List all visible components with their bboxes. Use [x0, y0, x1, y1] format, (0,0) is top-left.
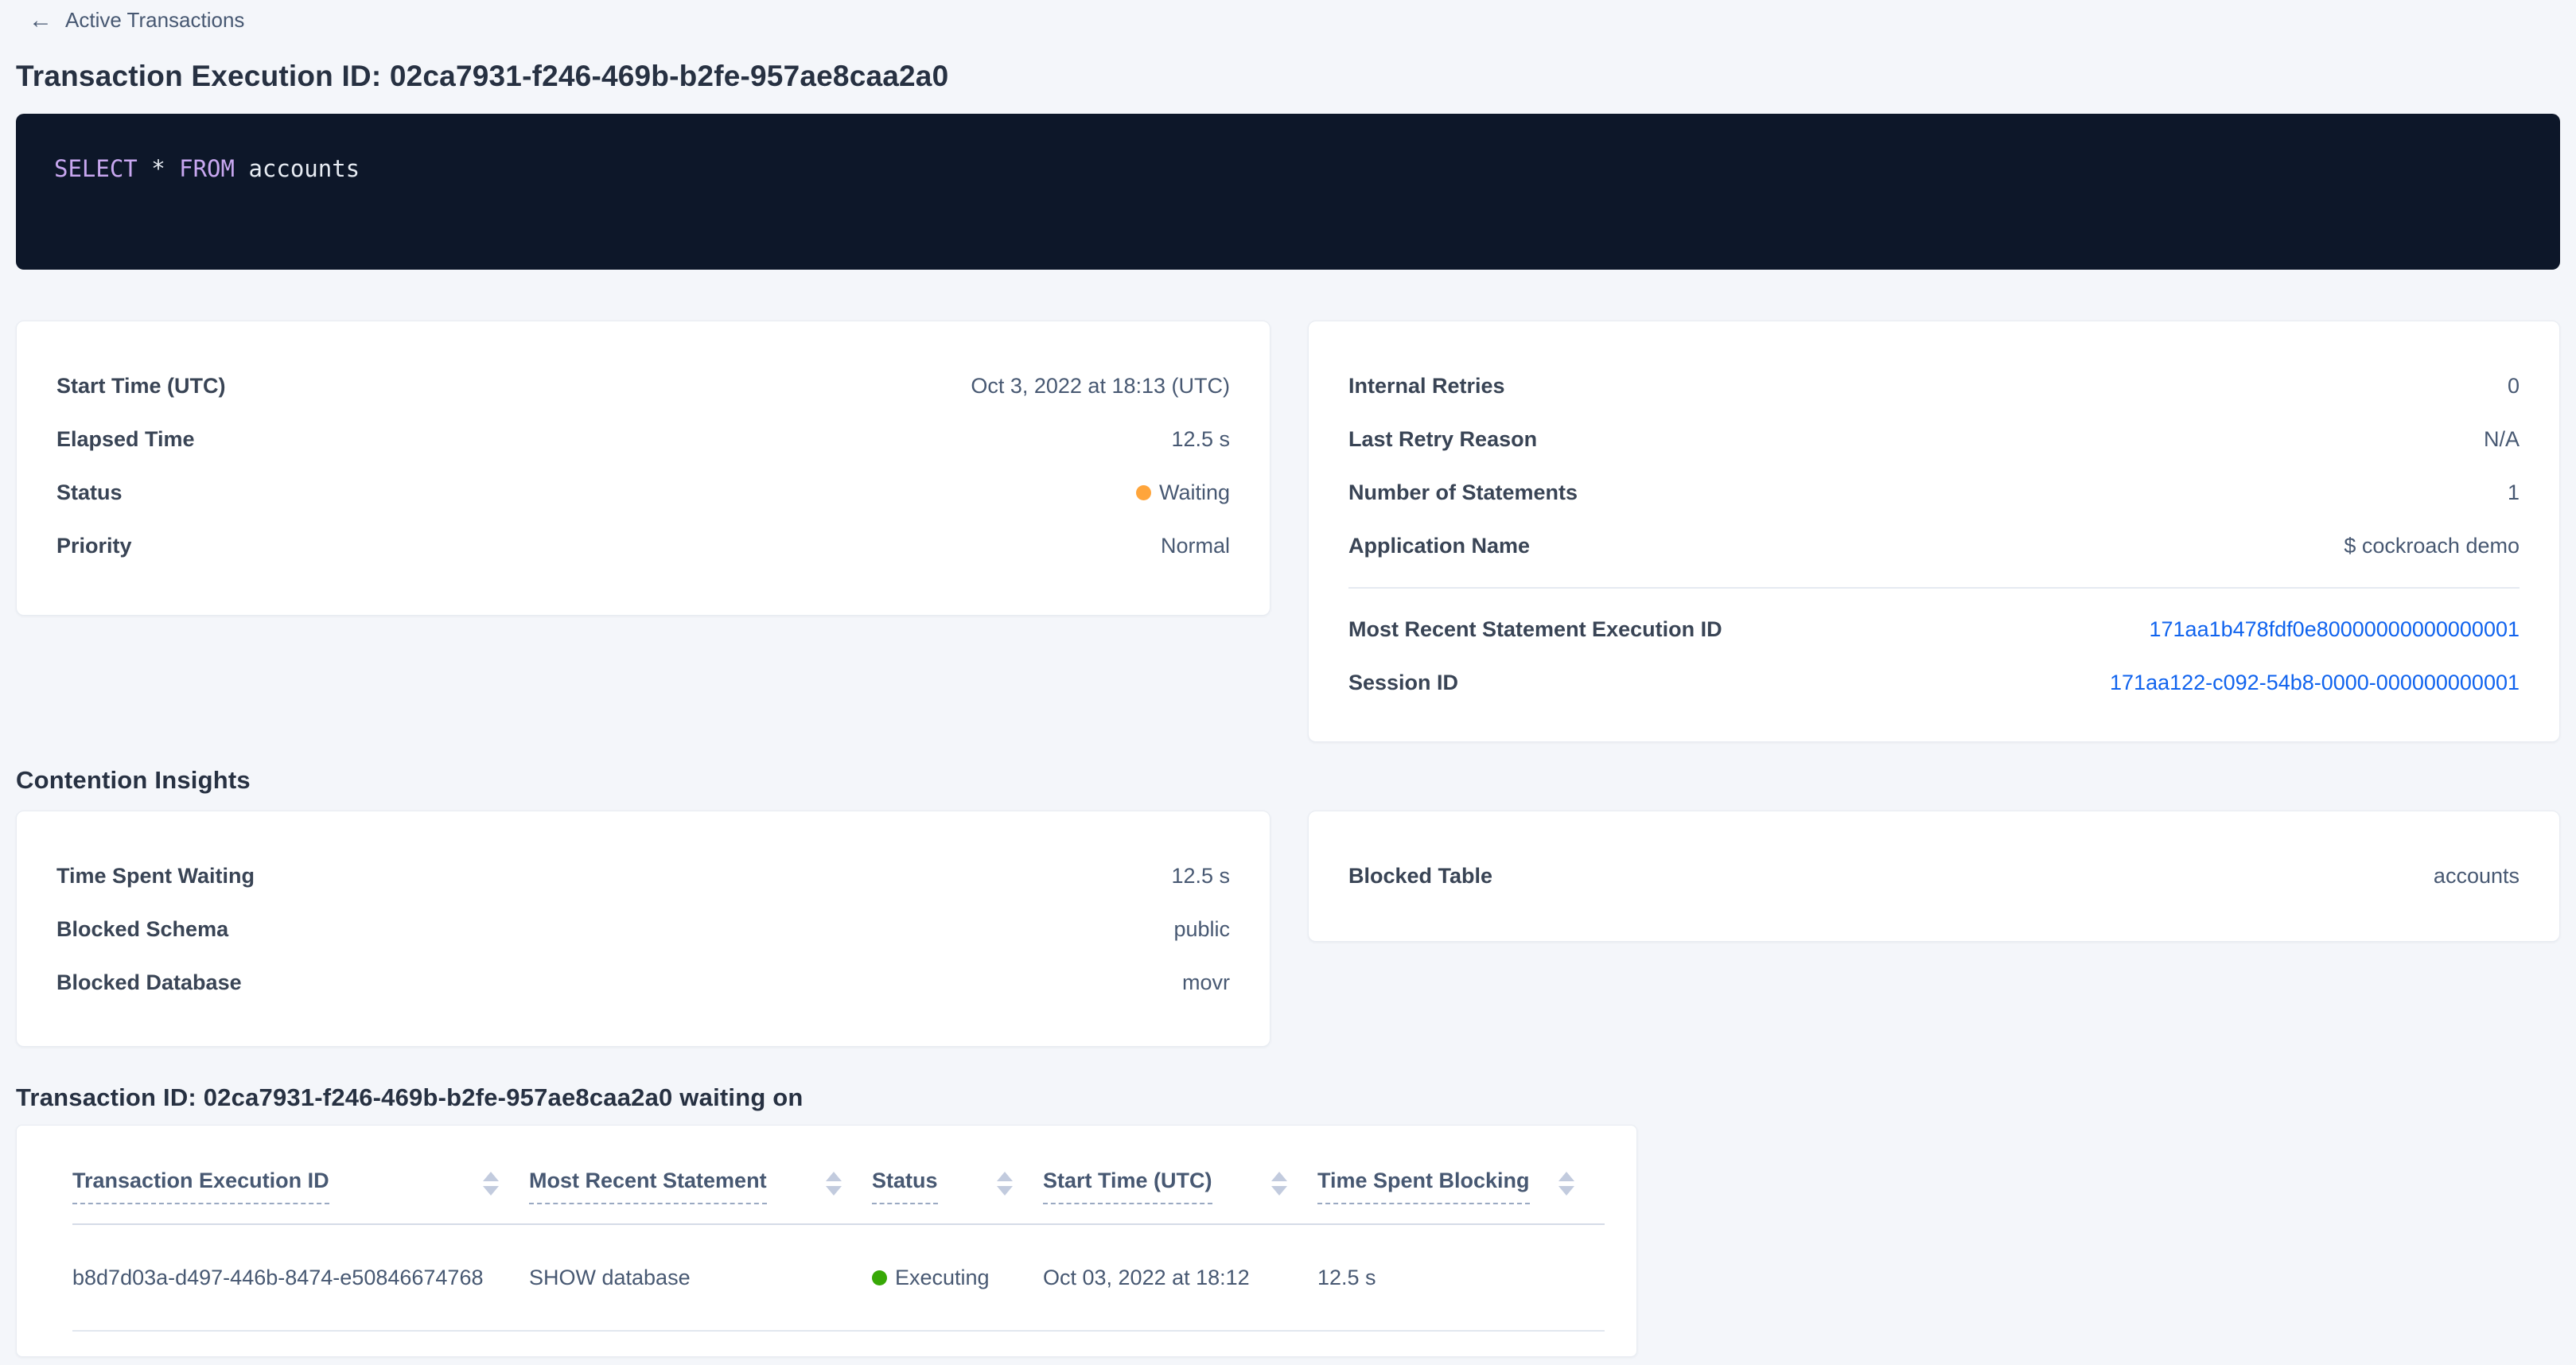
sort-icon[interactable]	[1558, 1172, 1574, 1196]
sql-statement-box: SELECT * FROM accounts	[16, 114, 2560, 270]
contention-insights-heading: Contention Insights	[16, 766, 2560, 795]
row-blocked-database: Blocked Database movr	[56, 956, 1230, 1009]
last-retry-reason-label: Last Retry Reason	[1348, 427, 1537, 452]
row-blocked-table: Blocked Table accounts	[1348, 850, 2520, 903]
contention-waiting-card: Time Spent Waiting 12.5 s Blocked Schema…	[16, 811, 1270, 1047]
transaction-details-page: ← Active Transactions Transaction Execut…	[0, 8, 2576, 1357]
blocked-database-label: Blocked Database	[56, 970, 242, 995]
session-id-label: Session ID	[1348, 671, 1458, 695]
arrow-left-icon: ←	[29, 9, 53, 33]
row-internal-retries: Internal Retries 0	[1348, 360, 2520, 413]
row-application-name: Application Name $ cockroach demo	[1348, 519, 2520, 573]
cell-status: Executing	[872, 1266, 1043, 1290]
time-spent-waiting-value: 12.5 s	[1171, 864, 1230, 889]
elapsed-time-label: Elapsed Time	[56, 427, 195, 452]
transaction-execution-id-column-label[interactable]: Transaction Execution ID	[72, 1169, 329, 1204]
cell-start-time: Oct 03, 2022 at 18:12	[1043, 1266, 1317, 1290]
application-name-value: $ cockroach demo	[2344, 534, 2520, 558]
sort-icon[interactable]	[826, 1172, 842, 1196]
sql-keyword-select: SELECT	[54, 155, 151, 182]
status-column-label[interactable]: Status	[872, 1169, 938, 1204]
internal-retries-value: 0	[2508, 374, 2520, 399]
summary-row-priority: Priority Normal	[56, 519, 1230, 573]
summary-cards-row: Start Time (UTC) Oct 3, 2022 at 18:13 (U…	[16, 321, 2560, 742]
row-most-recent-statement-execution-id: Most Recent Statement Execution ID 171aa…	[1348, 603, 2520, 656]
summary-row-status: Status Waiting	[56, 466, 1230, 519]
card-divider	[1348, 587, 2520, 589]
status-label: Status	[56, 480, 123, 505]
back-link-active-transactions[interactable]: ← Active Transactions	[29, 8, 244, 33]
cell-most-recent-statement: SHOW database	[529, 1266, 872, 1290]
column-header-time-spent-blocking: Time Spent Blocking	[1317, 1169, 1605, 1204]
blocked-table-value: accounts	[2434, 864, 2520, 889]
waiting-on-heading: Transaction ID: 02ca7931-f246-469b-b2fe-…	[16, 1083, 2560, 1112]
waiting-on-table-header: Transaction Execution ID Most Recent Sta…	[72, 1126, 1605, 1225]
column-header-status: Status	[872, 1169, 1043, 1204]
executing-status-value: Executing	[895, 1266, 990, 1290]
contention-cards-row: Time Spent Waiting 12.5 s Blocked Schema…	[16, 811, 2560, 1047]
start-time-column-label[interactable]: Start Time (UTC)	[1043, 1169, 1212, 1204]
sort-icon[interactable]	[483, 1172, 499, 1196]
internal-retries-label: Internal Retries	[1348, 374, 1505, 399]
blocked-schema-label: Blocked Schema	[56, 917, 228, 942]
column-header-most-recent-statement: Most Recent Statement	[529, 1169, 872, 1204]
row-session-id: Session ID 171aa122-c092-54b8-0000-00000…	[1348, 656, 2520, 710]
contention-blocked-table-card: Blocked Table accounts	[1308, 811, 2560, 942]
execution-details-card: Internal Retries 0 Last Retry Reason N/A…	[1308, 321, 2560, 742]
number-of-statements-value: 1	[2508, 480, 2520, 505]
start-time-value: Oct 3, 2022 at 18:13 (UTC)	[971, 374, 1230, 399]
most-recent-statement-column-label[interactable]: Most Recent Statement	[529, 1169, 767, 1204]
status-badge: Waiting	[1136, 480, 1230, 505]
summary-row-elapsed-time: Elapsed Time 12.5 s	[56, 413, 1230, 466]
sort-icon[interactable]	[997, 1172, 1013, 1196]
column-header-start-time: Start Time (UTC)	[1043, 1169, 1317, 1204]
last-retry-reason-value: N/A	[2484, 427, 2520, 452]
row-number-of-statements: Number of Statements 1	[1348, 466, 2520, 519]
back-link-label: Active Transactions	[65, 8, 244, 33]
sort-icon[interactable]	[1271, 1172, 1287, 1196]
status-executing-dot-icon	[872, 1270, 887, 1285]
priority-label: Priority	[56, 534, 132, 558]
column-header-transaction-execution-id: Transaction Execution ID	[72, 1169, 529, 1204]
transaction-summary-card: Start Time (UTC) Oct 3, 2022 at 18:13 (U…	[16, 321, 1270, 616]
status-waiting-dot-icon	[1136, 485, 1151, 500]
start-time-label: Start Time (UTC)	[56, 374, 226, 399]
cell-time-spent-blocking: 12.5 s	[1317, 1266, 1605, 1290]
time-spent-blocking-column-label[interactable]: Time Spent Blocking	[1317, 1169, 1530, 1204]
summary-row-start-time: Start Time (UTC) Oct 3, 2022 at 18:13 (U…	[56, 360, 1230, 413]
statement-execution-id-link[interactable]: 171aa1b478fdf0e80000000000000001	[2150, 617, 2520, 642]
row-blocked-schema: Blocked Schema public	[56, 903, 1230, 956]
sql-keyword-from: FROM	[179, 155, 248, 182]
time-spent-waiting-label: Time Spent Waiting	[56, 864, 255, 889]
page-title: Transaction Execution ID: 02ca7931-f246-…	[16, 60, 2560, 93]
statement-execution-id-label: Most Recent Statement Execution ID	[1348, 617, 1722, 642]
sql-statement-text: SELECT * FROM accounts	[54, 155, 2522, 183]
cell-transaction-execution-id: b8d7d03a-d497-446b-8474-e50846674768	[72, 1266, 529, 1290]
number-of-statements-label: Number of Statements	[1348, 480, 1578, 505]
sql-table-name: accounts	[248, 155, 360, 182]
waiting-on-table: Transaction Execution ID Most Recent Sta…	[16, 1125, 1637, 1357]
application-name-label: Application Name	[1348, 534, 1530, 558]
status-value: Waiting	[1159, 480, 1230, 505]
row-last-retry-reason: Last Retry Reason N/A	[1348, 413, 2520, 466]
priority-value: Normal	[1161, 534, 1230, 558]
sql-star: *	[151, 155, 179, 182]
session-id-link[interactable]: 171aa122-c092-54b8-0000-000000000001	[2110, 671, 2520, 695]
blocked-table-label: Blocked Table	[1348, 864, 1492, 889]
table-row: b8d7d03a-d497-446b-8474-e50846674768 SHO…	[72, 1225, 1605, 1332]
blocked-schema-value: public	[1173, 917, 1230, 942]
row-time-spent-waiting: Time Spent Waiting 12.5 s	[56, 850, 1230, 903]
elapsed-time-value: 12.5 s	[1171, 427, 1230, 452]
blocked-database-value: movr	[1182, 970, 1230, 995]
